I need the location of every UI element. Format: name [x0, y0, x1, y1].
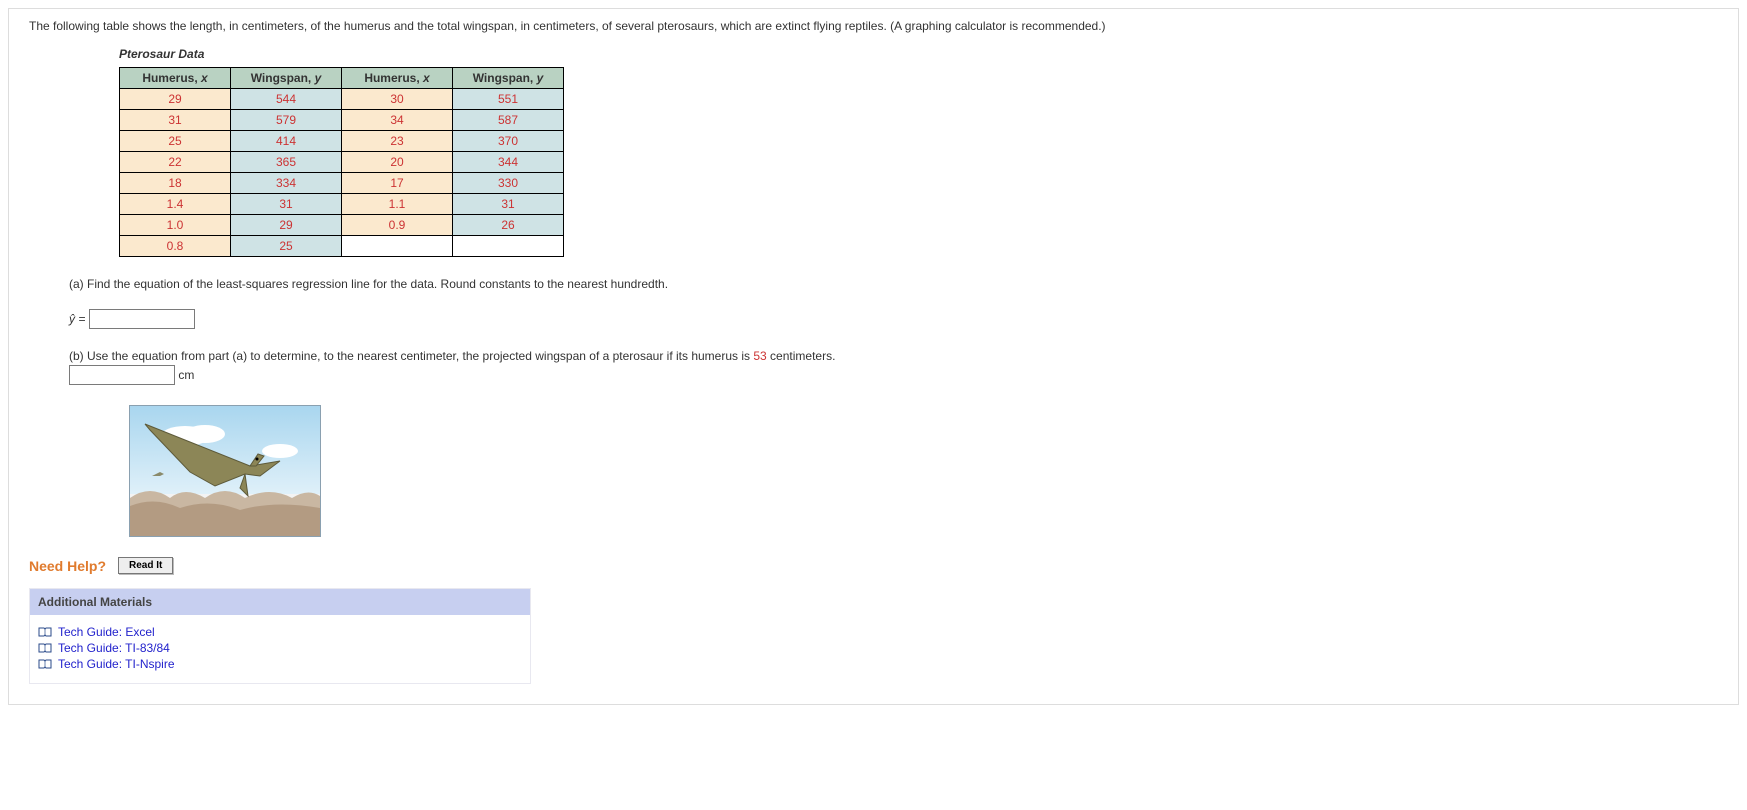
- part-b-unit: cm: [178, 368, 194, 382]
- cell-humerus: 1.4: [120, 194, 231, 215]
- cell-humerus: [342, 236, 453, 257]
- cell-wingspan: 31: [453, 194, 564, 215]
- additional-materials-header: Additional Materials: [30, 589, 530, 615]
- table-row: 3157934587: [120, 110, 564, 131]
- table-row: 0.825: [120, 236, 564, 257]
- cell-humerus: 0.9: [342, 215, 453, 236]
- cell-wingspan: 551: [453, 89, 564, 110]
- cell-wingspan: 29: [231, 215, 342, 236]
- col-header-humerus-2: Humerus, x: [342, 68, 453, 89]
- cell-wingspan: 25: [231, 236, 342, 257]
- pterosaur-illustration: [129, 405, 321, 537]
- part-b-value: 53: [753, 349, 766, 363]
- tech-guide-label: Tech Guide: Excel: [58, 625, 155, 639]
- part-b-answer-input[interactable]: [69, 365, 175, 385]
- cell-wingspan: 330: [453, 173, 564, 194]
- col-header-wingspan-1: Wingspan, y: [231, 68, 342, 89]
- table-row: 1833417330: [120, 173, 564, 194]
- tech-guide-link[interactable]: Tech Guide: Excel: [38, 625, 522, 639]
- col-header-humerus-1: Humerus, x: [120, 68, 231, 89]
- pterosaur-data-table: Humerus, x Wingspan, y Humerus, x Wingsp…: [119, 67, 564, 257]
- book-icon: [38, 643, 52, 653]
- cell-wingspan: 414: [231, 131, 342, 152]
- cell-humerus: 20: [342, 152, 453, 173]
- additional-materials-box: Additional Materials Tech Guide: Excel Te…: [29, 588, 531, 684]
- cell-wingspan: 344: [453, 152, 564, 173]
- table-row: 2954430551: [120, 89, 564, 110]
- cell-wingspan: 579: [231, 110, 342, 131]
- book-icon: [38, 659, 52, 669]
- intro-text: The following table shows the length, in…: [29, 19, 1718, 33]
- cell-humerus: 29: [120, 89, 231, 110]
- table-title: Pterosaur Data: [119, 47, 1718, 61]
- cell-humerus: 1.1: [342, 194, 453, 215]
- table-row: 1.4311.131: [120, 194, 564, 215]
- equation-prefix: ŷ =: [69, 312, 85, 326]
- part-b: (b) Use the equation from part (a) to de…: [69, 349, 1718, 385]
- book-icon: [38, 627, 52, 637]
- cell-humerus: 17: [342, 173, 453, 194]
- cell-wingspan: 365: [231, 152, 342, 173]
- part-a: (a) Find the equation of the least-squar…: [69, 277, 1718, 329]
- tech-guide-link[interactable]: Tech Guide: TI-Nspire: [38, 657, 522, 671]
- cell-wingspan: 587: [453, 110, 564, 131]
- question-block: (a) Find the equation of the least-squar…: [69, 277, 1718, 537]
- cell-wingspan: 370: [453, 131, 564, 152]
- cell-humerus: 18: [120, 173, 231, 194]
- table-row: 2236520344: [120, 152, 564, 173]
- cell-wingspan: 334: [231, 173, 342, 194]
- part-a-answer-input[interactable]: [89, 309, 195, 329]
- cell-humerus: 23: [342, 131, 453, 152]
- read-it-button[interactable]: Read It: [118, 557, 173, 574]
- cell-wingspan: [453, 236, 564, 257]
- cell-humerus: 1.0: [120, 215, 231, 236]
- cell-humerus: 31: [120, 110, 231, 131]
- cell-wingspan: 544: [231, 89, 342, 110]
- col-header-wingspan-2: Wingspan, y: [453, 68, 564, 89]
- cell-humerus: 30: [342, 89, 453, 110]
- part-a-text: (a) Find the equation of the least-squar…: [69, 277, 1718, 291]
- tech-guide-link[interactable]: Tech Guide: TI-83/84: [38, 641, 522, 655]
- cell-humerus: 22: [120, 152, 231, 173]
- table-row: 1.0290.926: [120, 215, 564, 236]
- tech-guide-label: Tech Guide: TI-83/84: [58, 641, 170, 655]
- question-container: The following table shows the length, in…: [8, 8, 1739, 705]
- cell-humerus: 25: [120, 131, 231, 152]
- part-b-text: (b) Use the equation from part (a) to de…: [69, 349, 1718, 363]
- table-row: 2541423370: [120, 131, 564, 152]
- cell-humerus: 0.8: [120, 236, 231, 257]
- need-help-row: Need Help? Read It: [29, 557, 1718, 574]
- cell-wingspan: 31: [231, 194, 342, 215]
- tech-guide-label: Tech Guide: TI-Nspire: [58, 657, 175, 671]
- cell-wingspan: 26: [453, 215, 564, 236]
- need-help-label: Need Help?: [29, 558, 106, 574]
- cell-humerus: 34: [342, 110, 453, 131]
